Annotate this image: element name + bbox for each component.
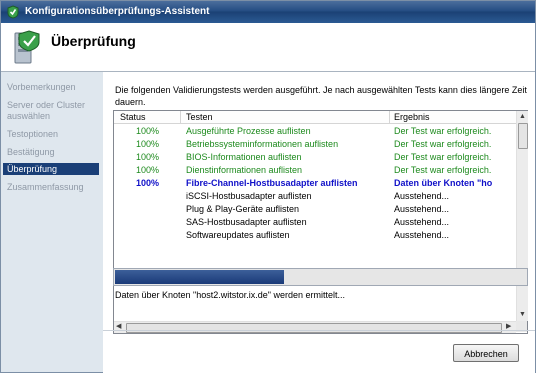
row-status: 100% (136, 165, 160, 175)
table-row[interactable]: Plug & Play-Geräte auflisten Ausstehend.… (114, 203, 516, 216)
wizard-window: Konfigurationsüberprüfungs-Assistent Übe… (0, 0, 536, 373)
table-row[interactable]: 100% BIOS-Informationen auflisten Der Te… (114, 151, 516, 164)
scroll-up-icon[interactable]: ▲ (519, 112, 526, 122)
table-row[interactable]: iSCSI-Hostbusadapter auflisten Ausstehen… (114, 190, 516, 203)
horizontal-scroll-thumb[interactable] (126, 323, 502, 333)
step-vorbemerkungen[interactable]: Vorbemerkungen (7, 82, 99, 93)
window-title: Konfigurationsüberprüfungs-Assistent (25, 6, 210, 17)
row-status: 100% (136, 139, 160, 149)
title-bar[interactable]: Konfigurationsüberprüfungs-Assistent (1, 1, 535, 23)
test-list[interactable]: Status Testen Ergebnis 100% Ausgeführte … (113, 110, 528, 334)
main-panel: Die folgenden Validierungstests werden a… (103, 72, 535, 373)
scroll-down-icon[interactable]: ▼ (519, 310, 526, 320)
row-result: Daten über Knoten "ho (394, 178, 493, 188)
column-ergebnis[interactable]: Ergebnis (394, 112, 430, 122)
row-result: Ausstehend... (394, 230, 450, 240)
column-divider[interactable] (389, 111, 390, 123)
page-title: Überprüfung (51, 33, 136, 49)
progress-bar-fill (115, 270, 284, 284)
progress-status-text: Daten über Knoten "host2.witstor.ix.de" … (115, 290, 346, 300)
server-validation-icon (14, 30, 40, 64)
row-test: SAS-Hostbusadapter auflisten (186, 217, 307, 227)
horizontal-scrollbar[interactable]: ◀ ▶ (114, 321, 516, 333)
row-test: Betriebssysteminformationen auflisten (186, 139, 339, 149)
row-test: BIOS-Informationen auflisten (186, 152, 302, 162)
table-row[interactable]: 100% Fibre-Channel-Hostbusadapter auflis… (114, 177, 516, 190)
cancel-button[interactable]: Abbrechen (453, 344, 519, 362)
table-row[interactable]: SAS-Hostbusadapter auflisten Ausstehend.… (114, 216, 516, 229)
row-result: Der Test war erfolgreich. (394, 139, 492, 149)
wizard-steps: Vorbemerkungen Server oder Cluster auswä… (1, 72, 101, 373)
table-row[interactable]: 100% Betriebssysteminformationen auflist… (114, 138, 516, 151)
list-header: Status Testen Ergebnis (114, 111, 516, 124)
column-status[interactable]: Status (120, 112, 146, 122)
row-status: 100% (136, 152, 160, 162)
row-test: Fibre-Channel-Hostbusadapter auflisten (186, 178, 358, 188)
row-result: Ausstehend... (394, 217, 450, 227)
step-testoptionen[interactable]: Testoptionen (7, 129, 99, 140)
table-row[interactable]: 100% Dienstinformationen auflisten Der T… (114, 164, 516, 177)
step-server-auswaehlen[interactable]: Server oder Cluster auswählen (7, 100, 99, 122)
column-divider[interactable] (180, 111, 181, 123)
row-test: Plug & Play-Geräte auflisten (186, 204, 300, 214)
row-result: Der Test war erfolgreich. (394, 165, 492, 175)
row-test: Dienstinformationen auflisten (186, 165, 303, 175)
vertical-scroll-thumb[interactable] (518, 123, 528, 149)
row-status: 100% (136, 126, 160, 136)
column-testen[interactable]: Testen (186, 112, 213, 122)
row-test: Ausgeführte Prozesse auflisten (186, 126, 311, 136)
row-result: Ausstehend... (394, 204, 450, 214)
row-result: Ausstehend... (394, 191, 450, 201)
table-row[interactable]: Softwareupdates auflisten Ausstehend... (114, 229, 516, 242)
step-bestaetigung[interactable]: Bestätigung (7, 147, 99, 158)
row-test: iSCSI-Hostbusadapter auflisten (186, 191, 312, 201)
footer-divider (103, 330, 535, 331)
vertical-scrollbar[interactable]: ▲ ▼ (516, 111, 528, 321)
intro-text: Die folgenden Validierungstests werden a… (115, 85, 527, 107)
row-result: Der Test war erfolgreich. (394, 126, 492, 136)
cluster-validation-icon (7, 5, 19, 19)
step-zusammenfassung[interactable]: Zusammenfassung (7, 182, 99, 193)
row-test: Softwareupdates auflisten (186, 230, 290, 240)
page-header: Überprüfung (1, 23, 535, 72)
row-result: Der Test war erfolgreich. (394, 152, 492, 162)
progress-bar (113, 268, 528, 286)
table-row[interactable]: 100% Ausgeführte Prozesse auflisten Der … (114, 125, 516, 138)
row-status: 100% (136, 178, 160, 188)
step-ueberpruefung[interactable]: Überprüfung (3, 163, 99, 175)
